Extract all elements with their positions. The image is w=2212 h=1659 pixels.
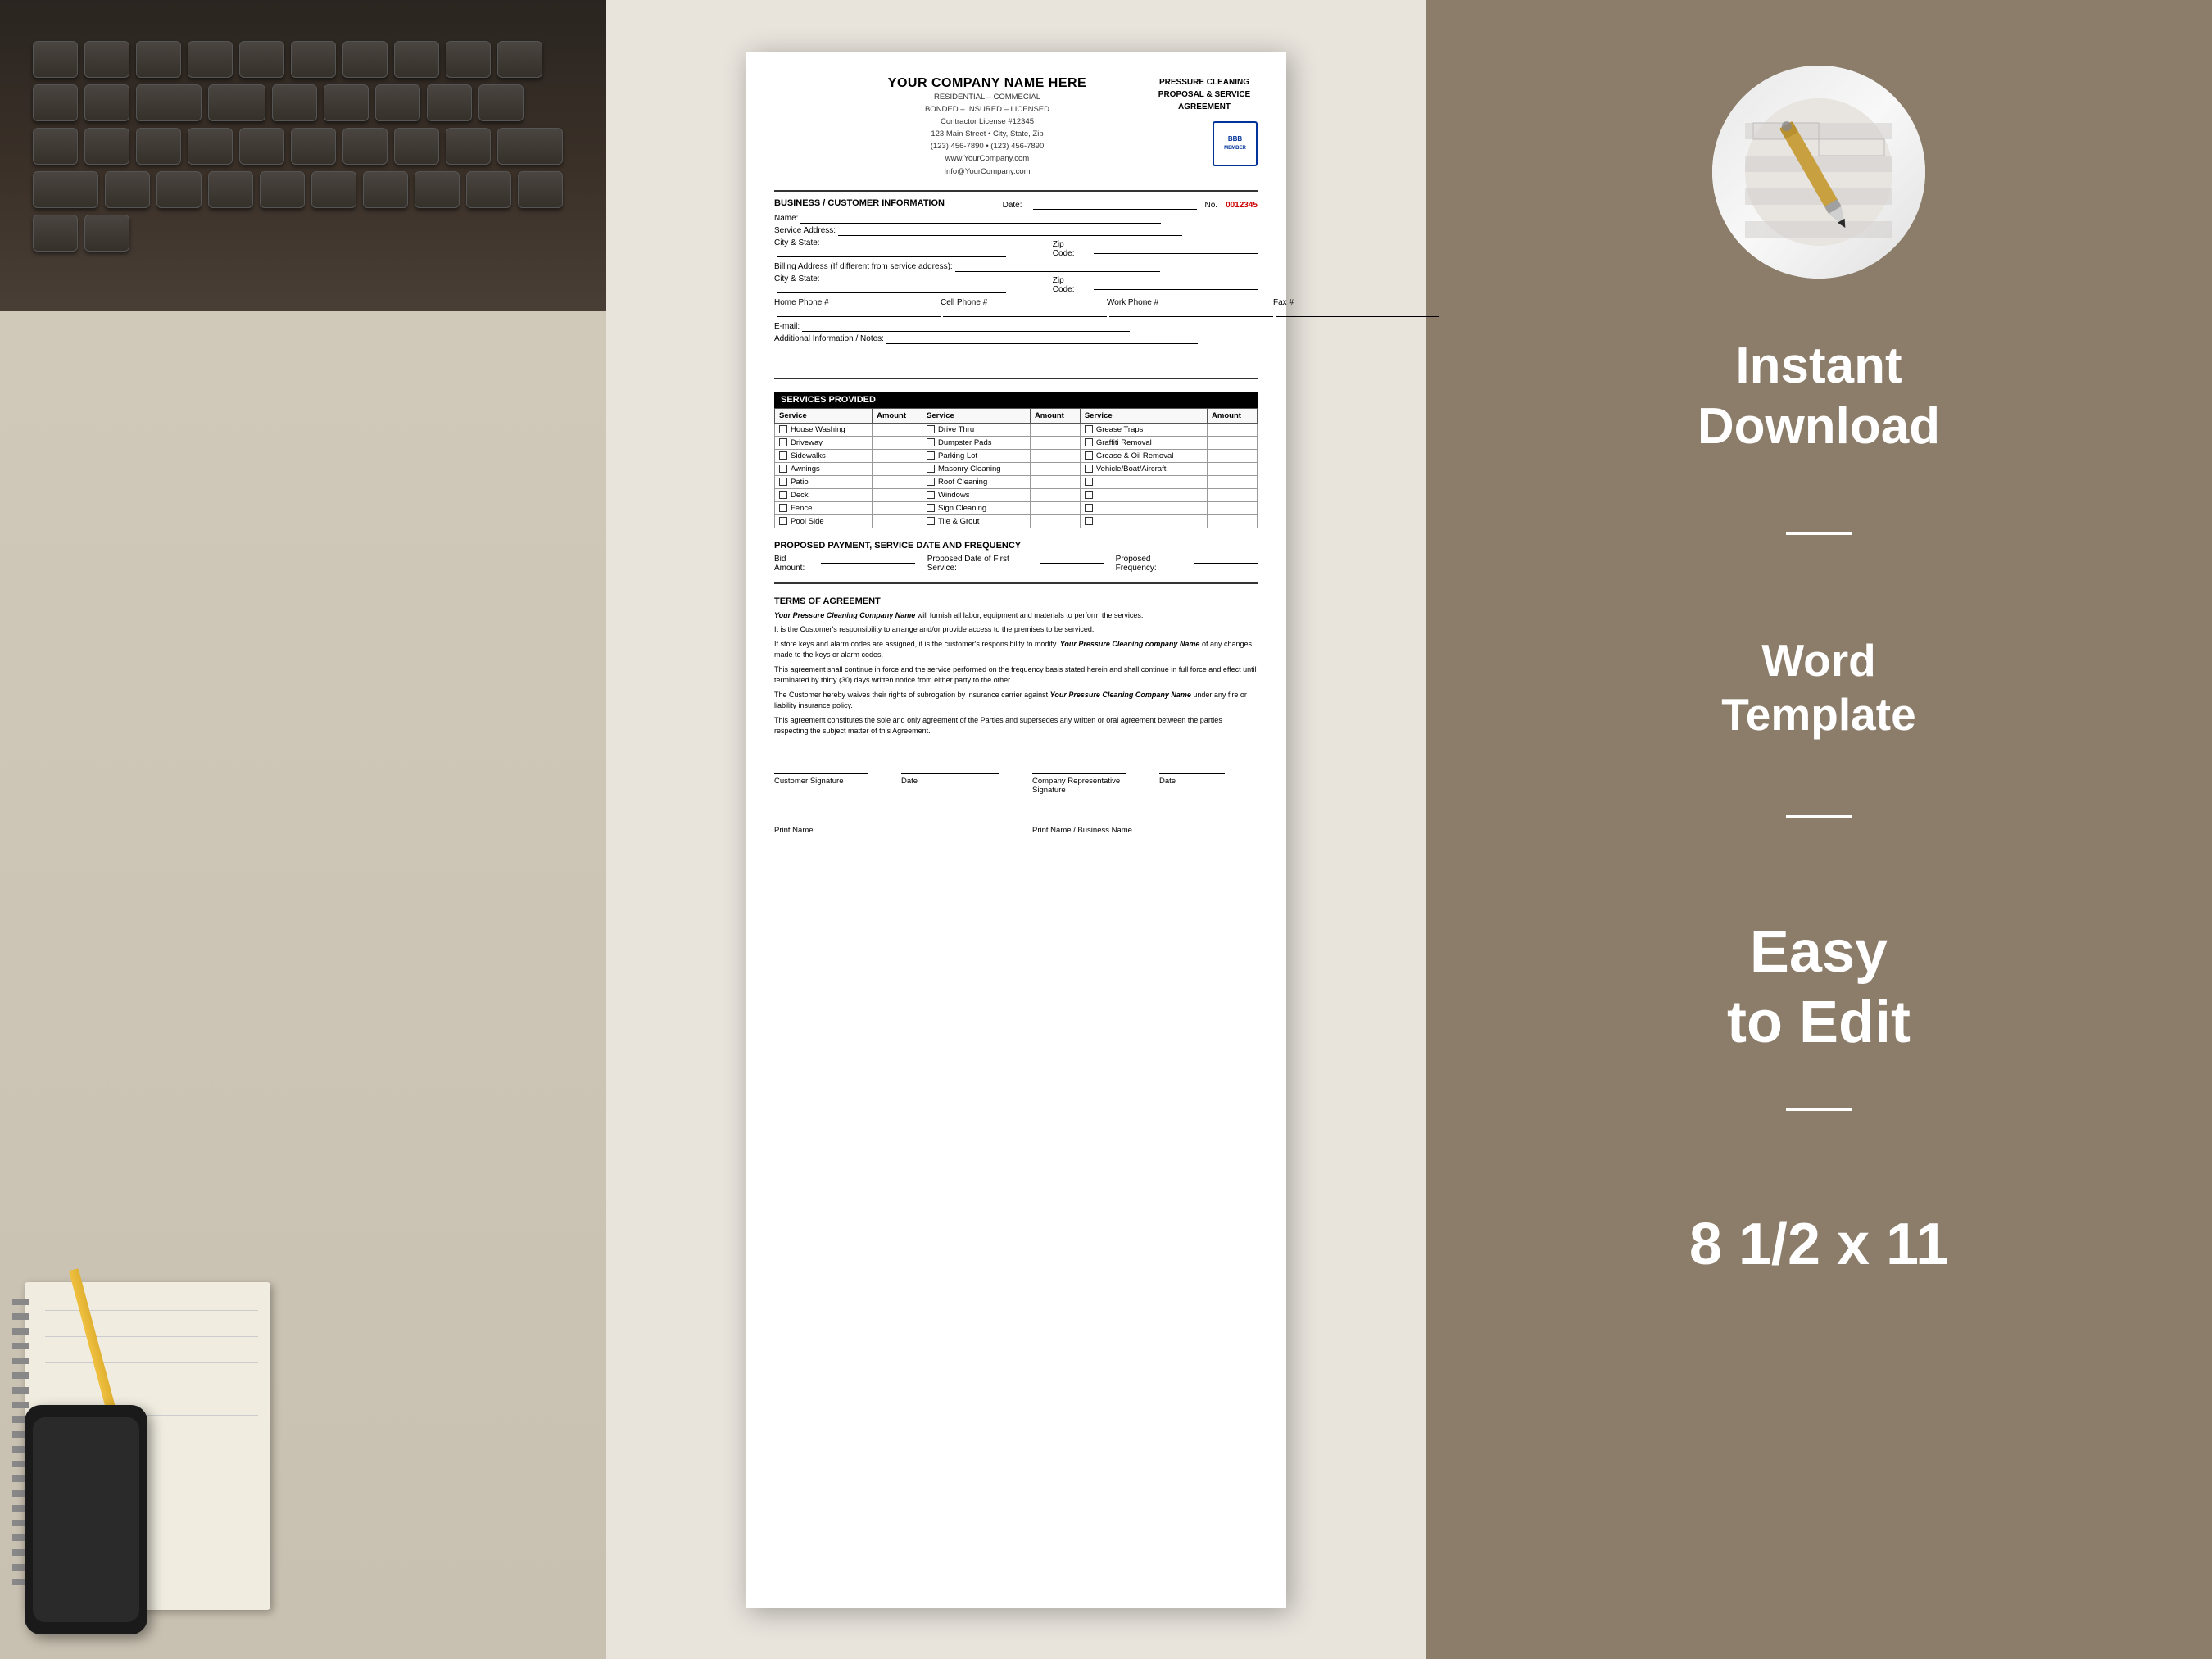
customer-section-header: BUSINESS / CUSTOMER INFORMATION [774, 198, 945, 208]
proposal-title: PRESSURE CLEANING PROPOSAL & SERVICE AGR… [1151, 76, 1258, 113]
table-row: Awnings Masonry Cleaning Vehicle/Boat/Ai… [775, 462, 1258, 475]
instant-download-text: Instant Download [1698, 336, 1940, 458]
col-service-1: Service [775, 408, 873, 423]
additional-info-label: Additional Information / Notes: [774, 334, 884, 343]
company-date-block: Date [1159, 758, 1258, 795]
city-state-row: City & State: Zip Code: [774, 238, 1258, 260]
right-panel: Instant Download Word Template Easy to E… [1426, 0, 2212, 1659]
table-row: Fence Sign Cleaning [775, 501, 1258, 514]
website: www.YourCompany.com [823, 152, 1151, 165]
customer-date-block: Date [901, 758, 999, 795]
terms-text: Your Pressure Cleaning Company Name will… [774, 610, 1258, 737]
phones-row: Home Phone # Cell Phone # Work Phone # F… [774, 298, 1258, 320]
customer-info-section: BUSINESS / CUSTOMER INFORMATION Date: No… [774, 198, 1258, 371]
size-section: 8 1/2 x 11 [1689, 1209, 1948, 1280]
billing-city-state-row: City & State: Zip Code: [774, 274, 1258, 296]
table-row: House Washing Drive Thru Grease Traps [775, 423, 1258, 436]
tagline1: RESIDENTIAL – COMMECIAL [823, 91, 1151, 103]
cell-phone-label: Cell Phone # [941, 298, 987, 307]
payment-divider [774, 582, 1258, 584]
signature-section: Customer Signature Date Company Represen… [774, 758, 1258, 835]
home-phone-label: Home Phone # [774, 298, 829, 307]
date-label: Date: [1003, 201, 1022, 210]
col-amount-2: Amount [1030, 408, 1080, 423]
header-divider [774, 190, 1258, 192]
terms-section: TERMS OF AGREEMENT Your Pressure Cleanin… [774, 596, 1258, 737]
city-state-label: City & State: [774, 238, 820, 247]
print-name-business-block: Print Name / Business Name [1032, 807, 1225, 835]
company-name: YOUR COMPANY NAME HERE [823, 76, 1151, 91]
billing-zip-label: Zip Code: [1053, 276, 1087, 294]
divider-3 [1786, 1108, 1852, 1111]
name-label: Name: [774, 214, 798, 223]
payment-header: PROPOSED PAYMENT, SERVICE DATE AND FREQU… [774, 541, 1258, 551]
customer-info-divider [774, 378, 1258, 379]
number-label: No. [1205, 201, 1218, 210]
pen-illustration [1745, 98, 1892, 246]
billing-city-state-label: City & State: [774, 274, 820, 283]
work-phone-label: Work Phone # [1107, 298, 1158, 307]
company-date-label: Date [1159, 777, 1258, 786]
services-table: Service Amount Service Amount Service Am… [774, 408, 1258, 528]
word-template-text: Word Template [1721, 633, 1915, 741]
print-name-block: Print Name [774, 807, 967, 835]
service-address-row: Service Address: [774, 226, 1258, 236]
print-name-label: Print Name [774, 826, 967, 835]
fax-label: Fax # [1273, 298, 1294, 307]
company-representative-signature-label: Company Representative Signature [1032, 777, 1126, 795]
word-template-section: Word Template [1721, 633, 1915, 766]
company-info: YOUR COMPANY NAME HERE RESIDENTIAL – COM… [823, 76, 1151, 178]
size-label: 8 1/2 x 11 [1689, 1209, 1948, 1280]
company-rep-sig-block: Company Representative Signature [1032, 758, 1126, 795]
signature-row-2: Print Name Print Name / Business Name [774, 807, 1258, 835]
payment-row: Bid Amount: Proposed Date of First Servi… [774, 555, 1258, 573]
col-amount-1: Amount [873, 408, 922, 423]
billing-address-row: Billing Address (If different from servi… [774, 262, 1258, 272]
customer-signature-label: Customer Signature [774, 777, 868, 786]
table-row: Driveway Dumpster Pads Graffiti Removal [775, 436, 1258, 449]
col-service-3: Service [1080, 408, 1207, 423]
tagline3: Contractor License #12345 [823, 116, 1151, 128]
bid-amount-label: Bid Amount: [774, 555, 817, 573]
instant-download-section: Instant Download [1698, 336, 1940, 483]
document-header: YOUR COMPANY NAME HERE RESIDENTIAL – COM… [774, 76, 1258, 178]
pen-circle [1712, 66, 1925, 279]
col-amount-3: Amount [1208, 408, 1258, 423]
divider-1 [1786, 532, 1852, 535]
payment-section: PROPOSED PAYMENT, SERVICE DATE AND FREQU… [774, 541, 1258, 573]
zip-code-label: Zip Code: [1053, 240, 1087, 258]
easy-edit-text: Easy to Edit [1727, 917, 1911, 1058]
document: YOUR COMPANY NAME HERE RESIDENTIAL – COM… [746, 52, 1286, 1608]
email-label: E-mail: [774, 322, 800, 331]
service-address-label: Service Address: [774, 226, 836, 235]
left-background-panel [0, 0, 606, 1659]
customer-date-label: Date [901, 777, 999, 786]
signature-row-1: Customer Signature Date Company Represen… [774, 758, 1258, 795]
customer-sig-block: Customer Signature [774, 758, 868, 795]
tagline2: BONDED – INSURED – LICENSED [823, 103, 1151, 116]
col-service-2: Service [922, 408, 1031, 423]
phone: (123) 456-7890 • (123) 456-7890 [823, 140, 1151, 152]
easy-edit-section: Easy to Edit [1727, 917, 1911, 1058]
billing-address-label: Billing Address (If different from servi… [774, 262, 953, 271]
additional-info-row: Additional Information / Notes: [774, 334, 1258, 344]
proposed-date-label: Proposed Date of First Service: [927, 555, 1036, 573]
email-row: E-mail: [774, 322, 1258, 332]
table-row: Sidewalks Parking Lot Grease & Oil Remov… [775, 449, 1258, 462]
print-name-business-label: Print Name / Business Name [1032, 826, 1225, 835]
services-section: SERVICES PROVIDED Service Amount Service… [774, 392, 1258, 528]
name-row: Name: [774, 214, 1258, 224]
proposed-freq-label: Proposed Frequency: [1116, 555, 1191, 573]
bbb-logo: BBBMEMBER [1213, 121, 1258, 166]
divider-2 [1786, 815, 1852, 818]
email: Info@YourCompany.com [823, 165, 1151, 178]
services-header: SERVICES PROVIDED [774, 392, 1258, 408]
number-value: 0012345 [1226, 201, 1258, 210]
table-row: Patio Roof Cleaning [775, 475, 1258, 488]
table-row: Pool Side Tile & Grout [775, 514, 1258, 528]
address: 123 Main Street • City, State, Zip [823, 128, 1151, 140]
terms-header: TERMS OF AGREEMENT [774, 596, 1258, 606]
document-panel: YOUR COMPANY NAME HERE RESIDENTIAL – COM… [606, 0, 1426, 1659]
table-row: Deck Windows [775, 488, 1258, 501]
